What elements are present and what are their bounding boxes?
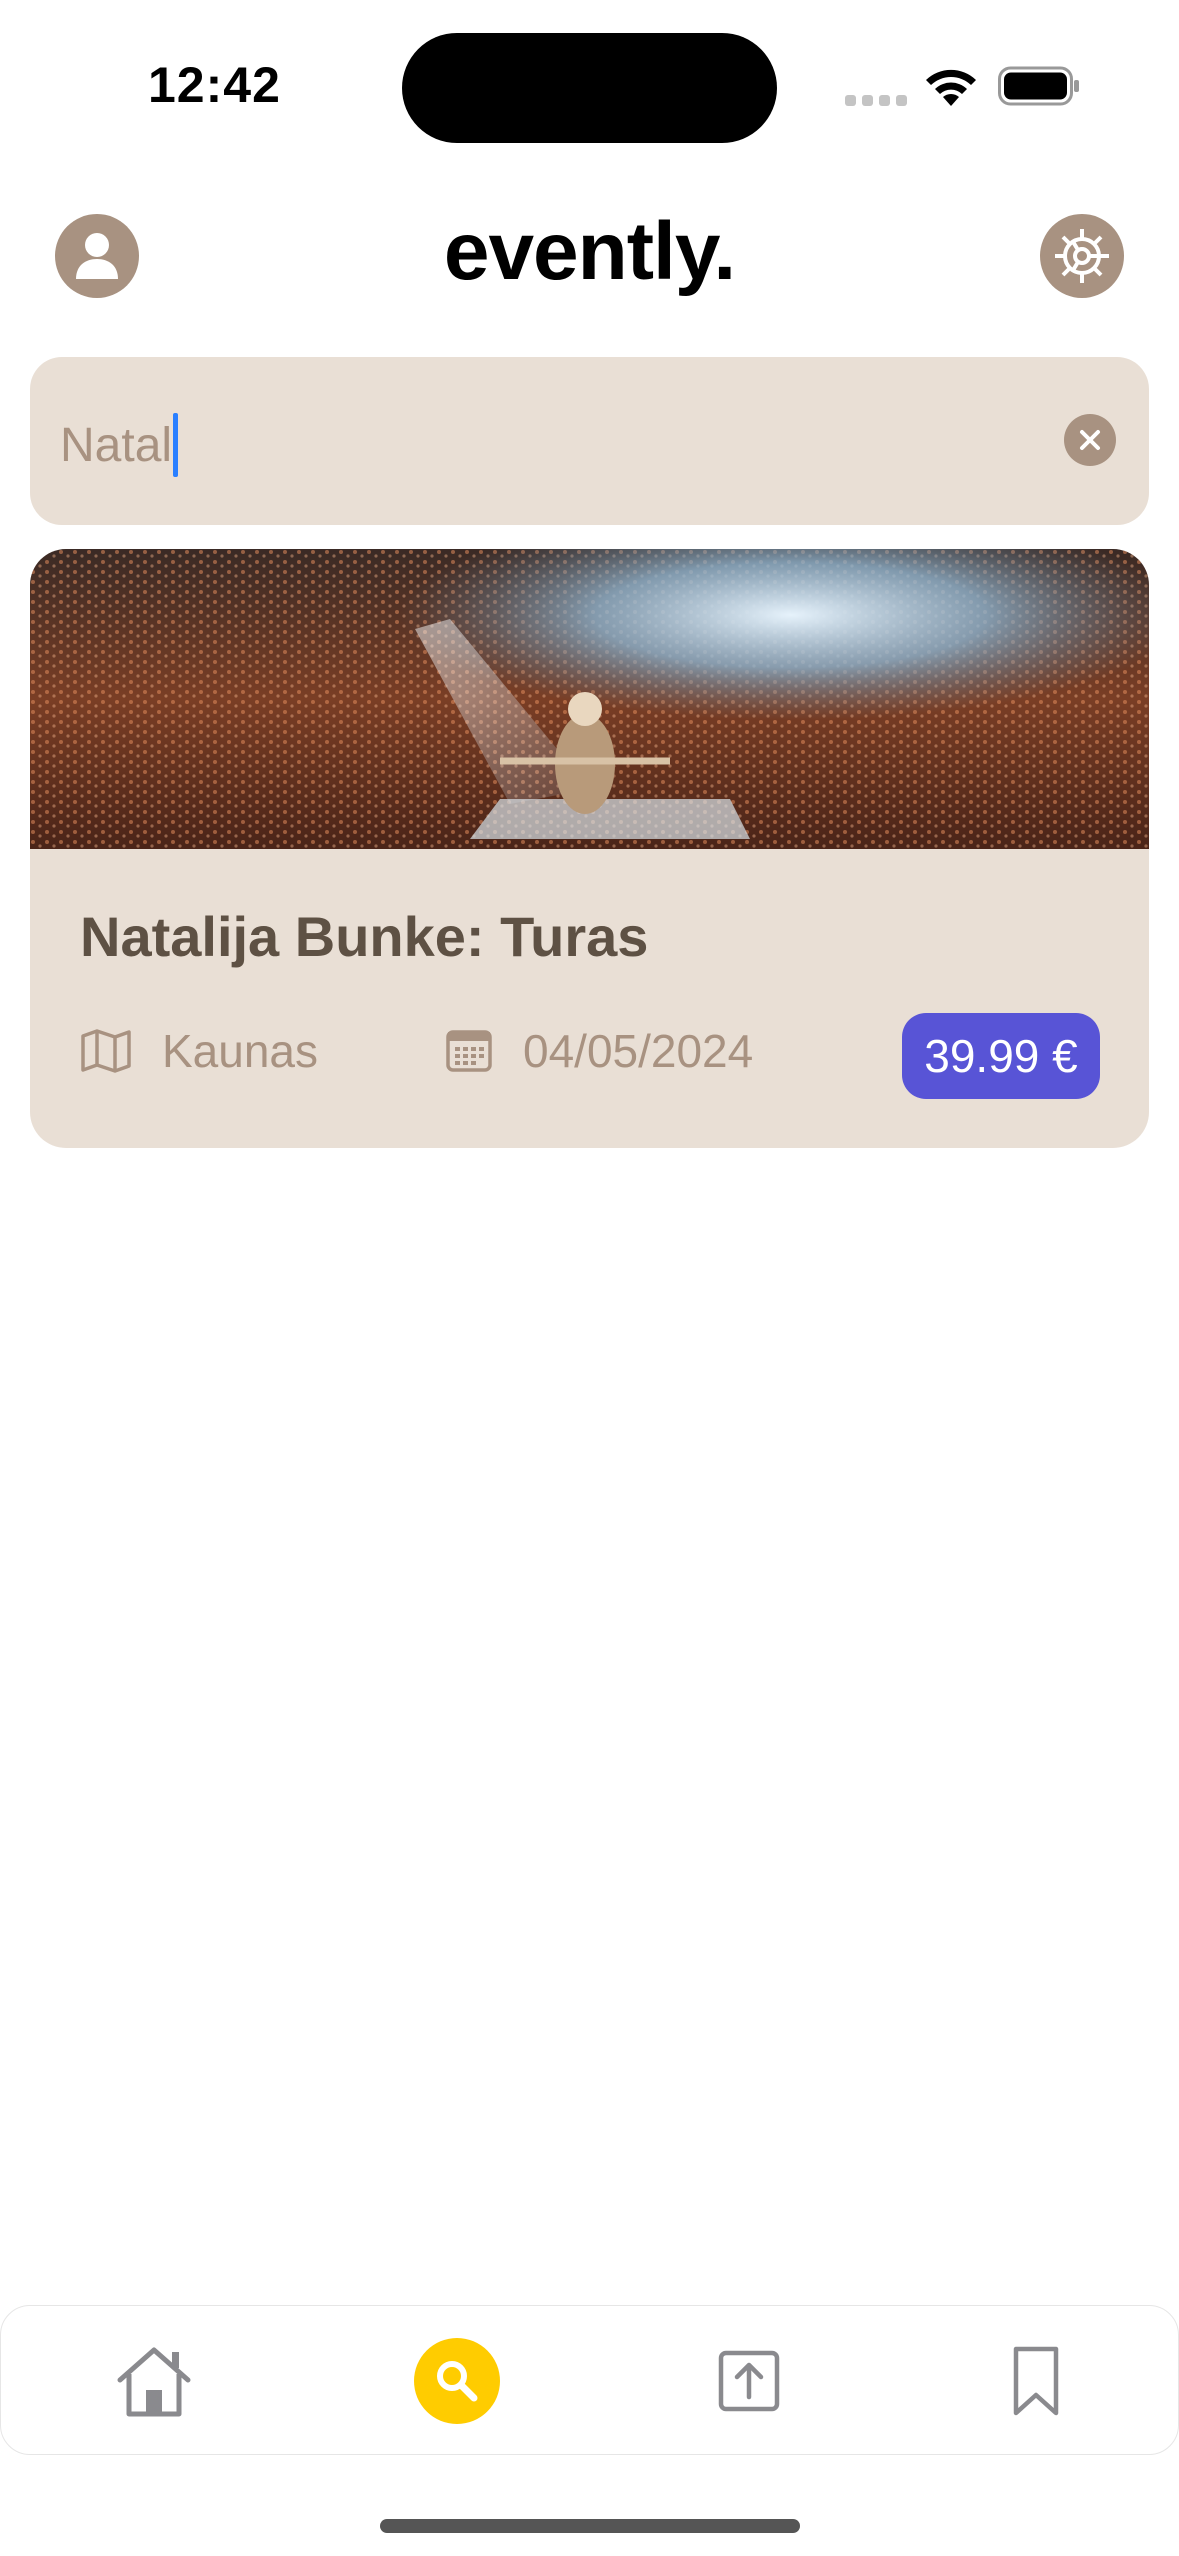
search-input-value: Natal <box>60 418 173 472</box>
upload-icon <box>718 2350 780 2412</box>
search-field[interactable]: Natal <box>30 357 1149 525</box>
clear-search-button[interactable] <box>1064 414 1116 466</box>
tab-bar <box>0 2305 1179 2455</box>
settings-button[interactable] <box>1040 214 1124 298</box>
text-caret <box>173 413 179 477</box>
event-image <box>30 549 1149 849</box>
price-badge: 39.99 € <box>902 1013 1100 1099</box>
app-logo-title: evently. <box>443 206 736 297</box>
tab-search[interactable] <box>402 2326 512 2436</box>
search-screen: 12:42 evently. Natal Natalija Bunke: Tur… <box>0 0 1179 2556</box>
tab-upload[interactable] <box>694 2326 804 2436</box>
search-icon <box>437 2361 478 2402</box>
event-title: Natalija Bunke: Turas <box>80 905 649 968</box>
event-location: Kaunas <box>80 1024 318 1078</box>
search-input[interactable]: Natal <box>60 413 179 477</box>
dynamic-island <box>402 33 777 143</box>
tab-home[interactable] <box>99 2326 209 2436</box>
gear-icon <box>1055 229 1109 283</box>
home-indicator[interactable] <box>380 2519 800 2533</box>
cellular-signal-icon <box>845 95 907 106</box>
event-date: 04/05/2024 <box>445 1024 753 1078</box>
event-card[interactable]: Natalija Bunke: Turas Kaunas 04/05/2024 <box>30 549 1149 1148</box>
tab-search-active-indicator <box>414 2338 500 2424</box>
wifi-icon <box>926 69 976 106</box>
home-icon <box>117 2347 191 2417</box>
event-location-label: Kaunas <box>162 1025 319 1077</box>
clear-x-icon <box>1080 430 1100 450</box>
tab-bookmarks[interactable] <box>981 2326 1091 2436</box>
map-icon <box>81 1029 131 1073</box>
event-date-label: 04/05/2024 <box>523 1025 754 1077</box>
calendar-icon <box>446 1030 492 1072</box>
battery-icon <box>998 66 1079 106</box>
status-time: 12:42 <box>148 57 281 113</box>
bookmark-icon <box>1013 2346 1059 2416</box>
